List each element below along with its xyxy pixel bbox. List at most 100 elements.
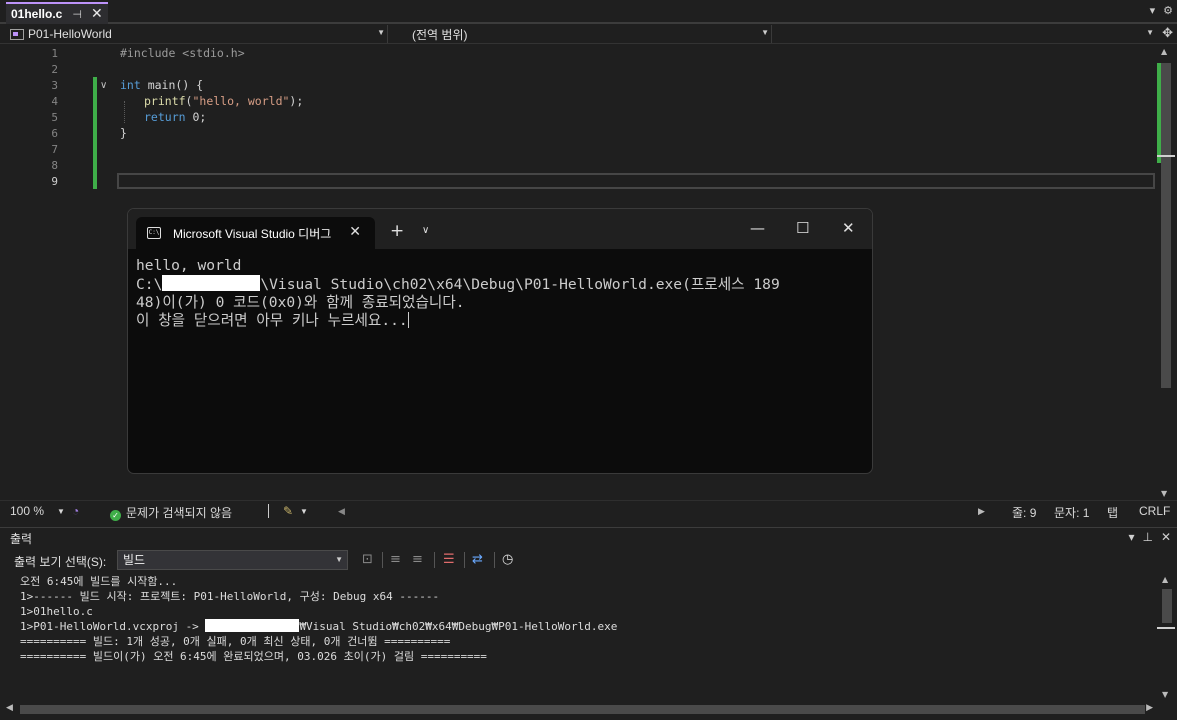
line-number-current: 9 — [51, 175, 58, 188]
project-dropdown[interactable]: P01-HelloWorld ▼ — [8, 25, 388, 43]
console-path-rest: \Visual Studio\ch02\x64\Debug\P01-HelloW… — [260, 276, 780, 293]
scroll-right-icon[interactable]: ▶ — [1146, 703, 1153, 713]
chevron-down-icon[interactable]: ▼ — [57, 507, 65, 516]
console-prompt-text: 이 창을 닫으려면 아무 키나 누르세요... — [136, 312, 408, 329]
gear-icon[interactable]: ⚙ — [1163, 4, 1173, 17]
scope-label: (전역 범위) — [412, 27, 468, 42]
output-line-rest: ₩Visual Studio₩ch02₩x64₩Debug₩P01-HelloW… — [299, 620, 618, 633]
scrollbar-thumb[interactable] — [1162, 589, 1172, 623]
scope-dropdown[interactable]: (전역 범위) ▼ — [392, 25, 772, 43]
output-source-label: 출력 보기 선택(S): — [14, 555, 107, 569]
line-number: 5 — [51, 111, 58, 124]
clear-all-icon[interactable]: ☰ — [443, 552, 455, 567]
chevron-down-icon: ▼ — [1146, 28, 1154, 37]
line-ending-indicator[interactable]: CRLF — [1139, 504, 1170, 518]
console-line: 48)이(가) 0 코드(0x0)와 함께 종료되었습니다. — [136, 294, 465, 311]
console-title-bar: C:\ Microsoft Visual Studio 디버그 ✕ + ∨ — … — [128, 209, 872, 249]
output-horizontal-scrollbar[interactable]: ◀ ▶ — [0, 701, 1157, 718]
code-text: ); — [289, 94, 304, 108]
project-name: P01-HelloWorld — [28, 27, 112, 41]
scroll-left-icon[interactable]: ◀ — [338, 506, 345, 517]
function-name: printf — [144, 94, 186, 108]
scroll-down-icon[interactable]: ▼ — [1162, 690, 1168, 699]
scroll-up-icon[interactable]: ▲ — [1162, 575, 1168, 584]
scrollbar-thumb[interactable] — [1161, 63, 1171, 388]
scroll-left-icon[interactable]: ◀ — [6, 703, 13, 713]
output-toolbar: 출력 보기 선택(S): 빌드 ▼ ⊡ ≡ ≡ ☰ ⇄ ◷ — [0, 548, 1177, 572]
output-source-select[interactable]: 빌드 ▼ — [117, 550, 348, 570]
copilot-icon[interactable]: ◔ — [72, 504, 79, 518]
chevron-down-icon[interactable]: ▾ — [1128, 530, 1134, 544]
string-literal: "hello, world" — [192, 94, 290, 108]
minimize-icon[interactable]: — — [750, 219, 765, 237]
line-number: 8 — [51, 159, 58, 172]
divider — [268, 504, 269, 518]
divider — [494, 552, 495, 568]
output-line: 1>------ 빌드 시작: 프로젝트: P01-HelloWorld, 구성… — [20, 590, 440, 603]
maximize-icon[interactable]: ☐ — [796, 219, 809, 237]
scroll-up-icon[interactable]: ▲ — [1161, 47, 1167, 56]
editor-vertical-scrollbar[interactable]: ▲ ▼ — [1157, 45, 1177, 500]
fold-chevron-icon[interactable]: ∨ — [100, 80, 107, 91]
text-cursor — [407, 312, 409, 328]
code-line-4: printf("hello, world"); — [144, 94, 303, 108]
divider — [434, 552, 435, 568]
tab-list-dropdown-icon[interactable]: ▾ — [1150, 4, 1156, 17]
current-line-highlight — [117, 173, 1155, 189]
redaction-box — [162, 275, 261, 291]
line-indicator[interactable]: 줄: 9 — [1012, 504, 1036, 521]
redaction-box — [205, 619, 300, 632]
tab-indicator[interactable]: 탭 — [1107, 504, 1118, 521]
find-message-icon[interactable]: ⊡ — [362, 552, 373, 567]
include-directive: #include <stdio.h> — [120, 46, 245, 60]
next-message-icon[interactable]: ≡ — [412, 552, 423, 567]
issues-indicator[interactable]: ✓ 문제가 검색되지 않음 — [110, 504, 232, 521]
new-tab-icon[interactable]: + — [390, 221, 404, 241]
pin-icon[interactable]: ⊥ — [1142, 530, 1152, 544]
code-text: } — [120, 126, 127, 140]
output-line: ========== 빌드이(가) 오전 6:45에 완료되었으며, 03.02… — [20, 650, 487, 663]
brush-icon[interactable]: ✎ — [283, 504, 293, 518]
code-line-5: return 0; — [144, 110, 206, 124]
code-text: 0; — [185, 110, 207, 124]
close-window-icon[interactable]: ✕ — [842, 219, 855, 237]
console-tab-title: Microsoft Visual Studio 디버그 — [173, 226, 332, 241]
document-tab-strip: 01hello.c ⊣ ✕ ▾ ⚙ — [0, 0, 1177, 24]
output-text[interactable]: 오전 6:45에 빌드를 시작함... 1>------ 빌드 시작: 프로젝트… — [20, 574, 617, 664]
word-wrap-icon[interactable]: ⇄ — [472, 552, 483, 567]
close-icon[interactable]: ✕ — [91, 6, 103, 22]
chevron-down-icon: ▼ — [335, 555, 343, 564]
previous-message-icon[interactable]: ≡ — [390, 552, 401, 567]
console-tab[interactable]: C:\ Microsoft Visual Studio 디버그 ✕ — [136, 217, 375, 249]
console-line: C:\ \Visual Studio\ch02\x64\Debug\P01-Hel… — [136, 275, 780, 293]
terminal-icon: C:\ — [147, 227, 161, 239]
document-tab[interactable]: 01hello.c ⊣ ✕ — [6, 2, 108, 24]
member-dropdown[interactable]: ▼ — [776, 25, 1156, 43]
output-line-prefix: 1>P01-HelloWorld.vcxproj -> — [20, 620, 206, 633]
debug-console-window[interactable]: C:\ Microsoft Visual Studio 디버그 ✕ + ∨ — … — [127, 208, 873, 474]
scrollbar-thumb[interactable] — [20, 705, 1145, 714]
close-icon[interactable]: ✕ — [349, 224, 361, 240]
code-line-6: } — [120, 126, 127, 140]
zoom-level[interactable]: 100 % — [10, 504, 44, 518]
caret-marker — [1157, 627, 1175, 629]
char-indicator[interactable]: 문자: 1 — [1054, 504, 1089, 521]
output-line: 오전 6:45에 빌드를 시작함... — [20, 575, 178, 588]
chevron-down-icon: ▼ — [761, 28, 769, 37]
close-icon[interactable]: ✕ — [1161, 530, 1171, 544]
change-marker — [1157, 63, 1161, 163]
clock-icon[interactable]: ◷ — [502, 552, 513, 567]
output-panel-title: 출력 — [10, 532, 33, 546]
code-line-3: int main() { — [120, 78, 203, 92]
chevron-down-icon[interactable]: ▼ — [300, 507, 308, 516]
output-line: ========== 빌드: 1개 성공, 0개 실패, 0개 최신 상태, 0… — [20, 635, 451, 648]
output-vertical-scrollbar[interactable]: ▲ ▼ — [1157, 573, 1177, 701]
line-number: 6 — [51, 127, 58, 140]
project-icon — [10, 28, 24, 40]
pin-icon[interactable]: ⊣ — [72, 8, 82, 21]
split-window-icon[interactable]: ✥ — [1162, 26, 1173, 41]
scroll-right-icon[interactable]: ▶ — [978, 506, 985, 517]
chevron-down-icon[interactable]: ∨ — [422, 225, 429, 236]
scroll-down-icon[interactable]: ▼ — [1161, 489, 1167, 498]
chevron-down-icon: ▼ — [377, 28, 385, 37]
